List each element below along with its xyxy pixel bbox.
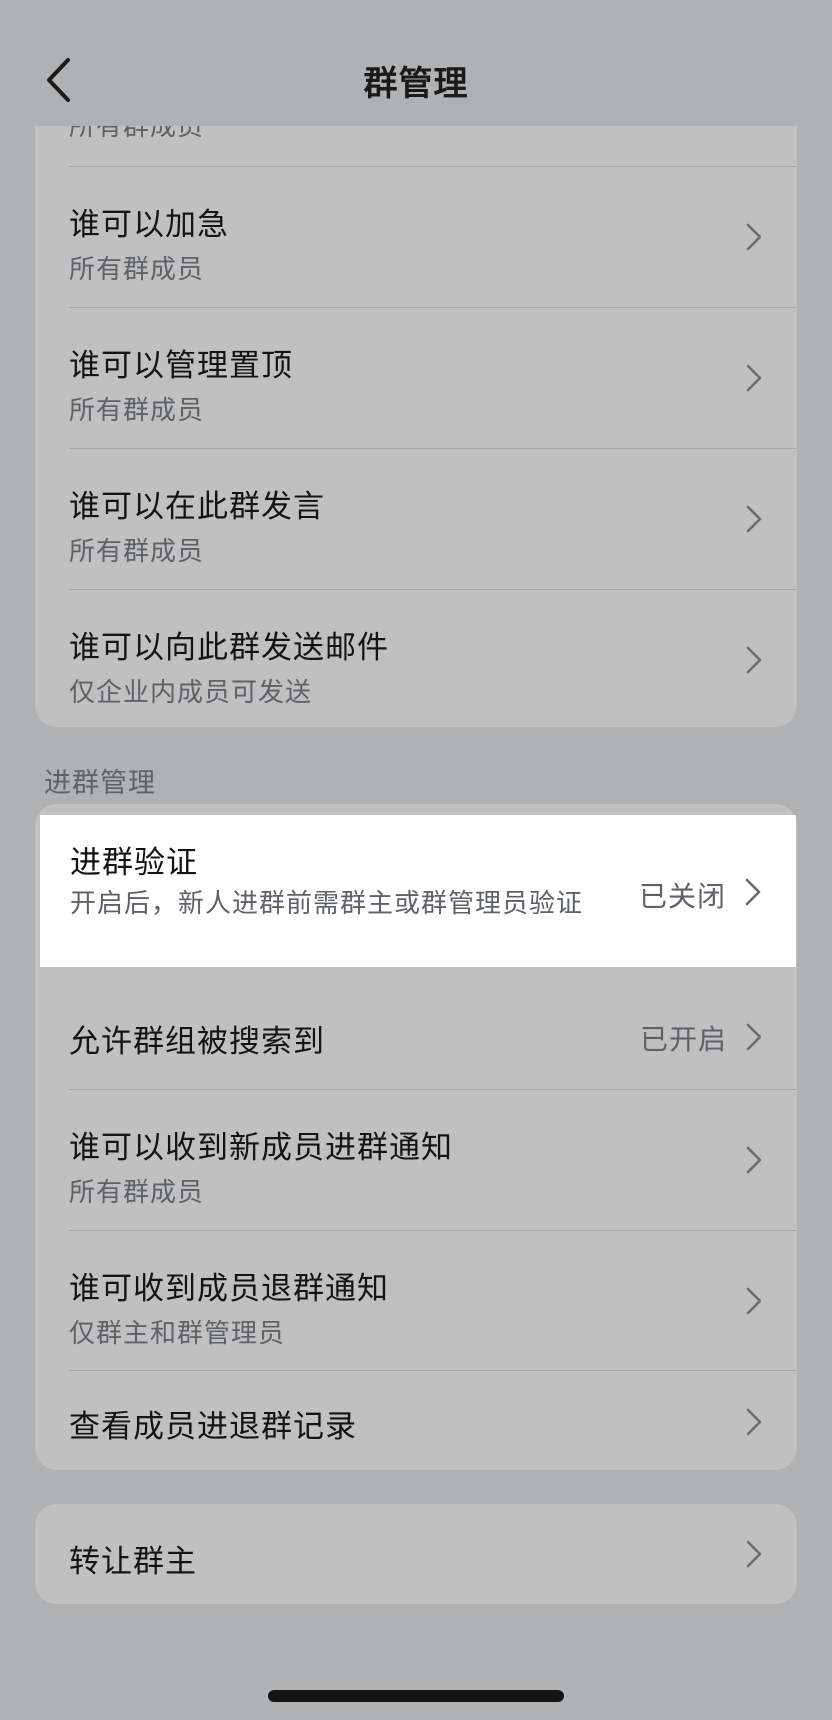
row-pin-permission[interactable]: 谁可以管理置顶 所有群成员 [35,308,797,448]
row-title: 转让群主 [69,1544,197,1580]
row-title: 谁可以管理置顶 [69,348,293,384]
row-join-notification[interactable]: 谁可以收到新成员进群通知 所有群成员 [35,1090,797,1230]
row-speak-permission[interactable]: 谁可以在此群发言 所有群成员 [35,449,797,589]
transfer-group: 转让群主 [35,1504,797,1604]
row-subtitle: 所有群成员 [69,396,205,426]
row-transfer-owner[interactable]: 转让群主 [35,1504,797,1604]
row-title: 谁可收到成员退群通知 [69,1271,389,1307]
row-subtitle: 所有群成员 [69,537,205,567]
screen: 所有群成员 谁可以加急 所有群成员 谁可以管理置顶 所有群成员 谁可以在此群发言… [0,0,832,1720]
row-title: 查看成员进退群记录 [69,1409,357,1445]
row-title: 谁可以收到新成员进群通知 [69,1130,453,1166]
row-urgent-permission[interactable]: 谁可以加急 所有群成员 [35,167,797,307]
row-value: 已关闭 [638,880,726,913]
chevron-right-icon [745,878,761,906]
chevron-right-icon [746,646,762,674]
row-subtitle: 仅企业内成员可发送 [69,678,313,708]
chevron-right-icon [746,1023,762,1051]
permissions-group: 所有群成员 谁可以加急 所有群成员 谁可以管理置顶 所有群成员 谁可以在此群发言… [35,86,797,727]
row-title: 进群验证 [70,845,198,881]
chevron-right-icon [746,223,762,251]
chevron-right-icon [746,1540,762,1568]
home-indicator[interactable] [268,1690,564,1702]
row-title: 谁可以向此群发送邮件 [69,630,389,666]
row-title: 允许群组被搜索到 [69,1024,325,1060]
row-join-leave-records[interactable]: 查看成员进退群记录 [35,1371,797,1470]
chevron-right-icon [746,364,762,392]
section-header-join-management: 进群管理 [44,768,156,799]
row-allow-search[interactable]: 允许群组被搜索到 已开启 [35,984,797,1090]
chevron-right-icon [746,505,762,533]
row-subtitle: 所有群成员 [69,1178,205,1208]
chevron-right-icon [746,1408,762,1436]
row-join-verification[interactable]: 进群验证 开启后，新人进群前需群主或群管理员验证 已关闭 [40,815,796,967]
chevron-right-icon [746,1146,762,1174]
row-subtitle: 所有群成员 [69,255,205,285]
navigation-bar: 群管理 [0,0,832,126]
row-title: 谁可以在此群发言 [69,489,325,525]
row-title: 谁可以加急 [69,207,229,243]
row-email-permission[interactable]: 谁可以向此群发送邮件 仅企业内成员可发送 [35,590,797,727]
row-value: 已开启 [639,1023,727,1056]
row-subtitle: 开启后，新人进群前需群主或群管理员验证 [70,889,584,919]
chevron-right-icon [746,1287,762,1315]
page-title: 群管理 [363,64,469,104]
row-leave-notification[interactable]: 谁可收到成员退群通知 仅群主和群管理员 [35,1231,797,1371]
row-subtitle: 仅群主和群管理员 [69,1319,286,1349]
